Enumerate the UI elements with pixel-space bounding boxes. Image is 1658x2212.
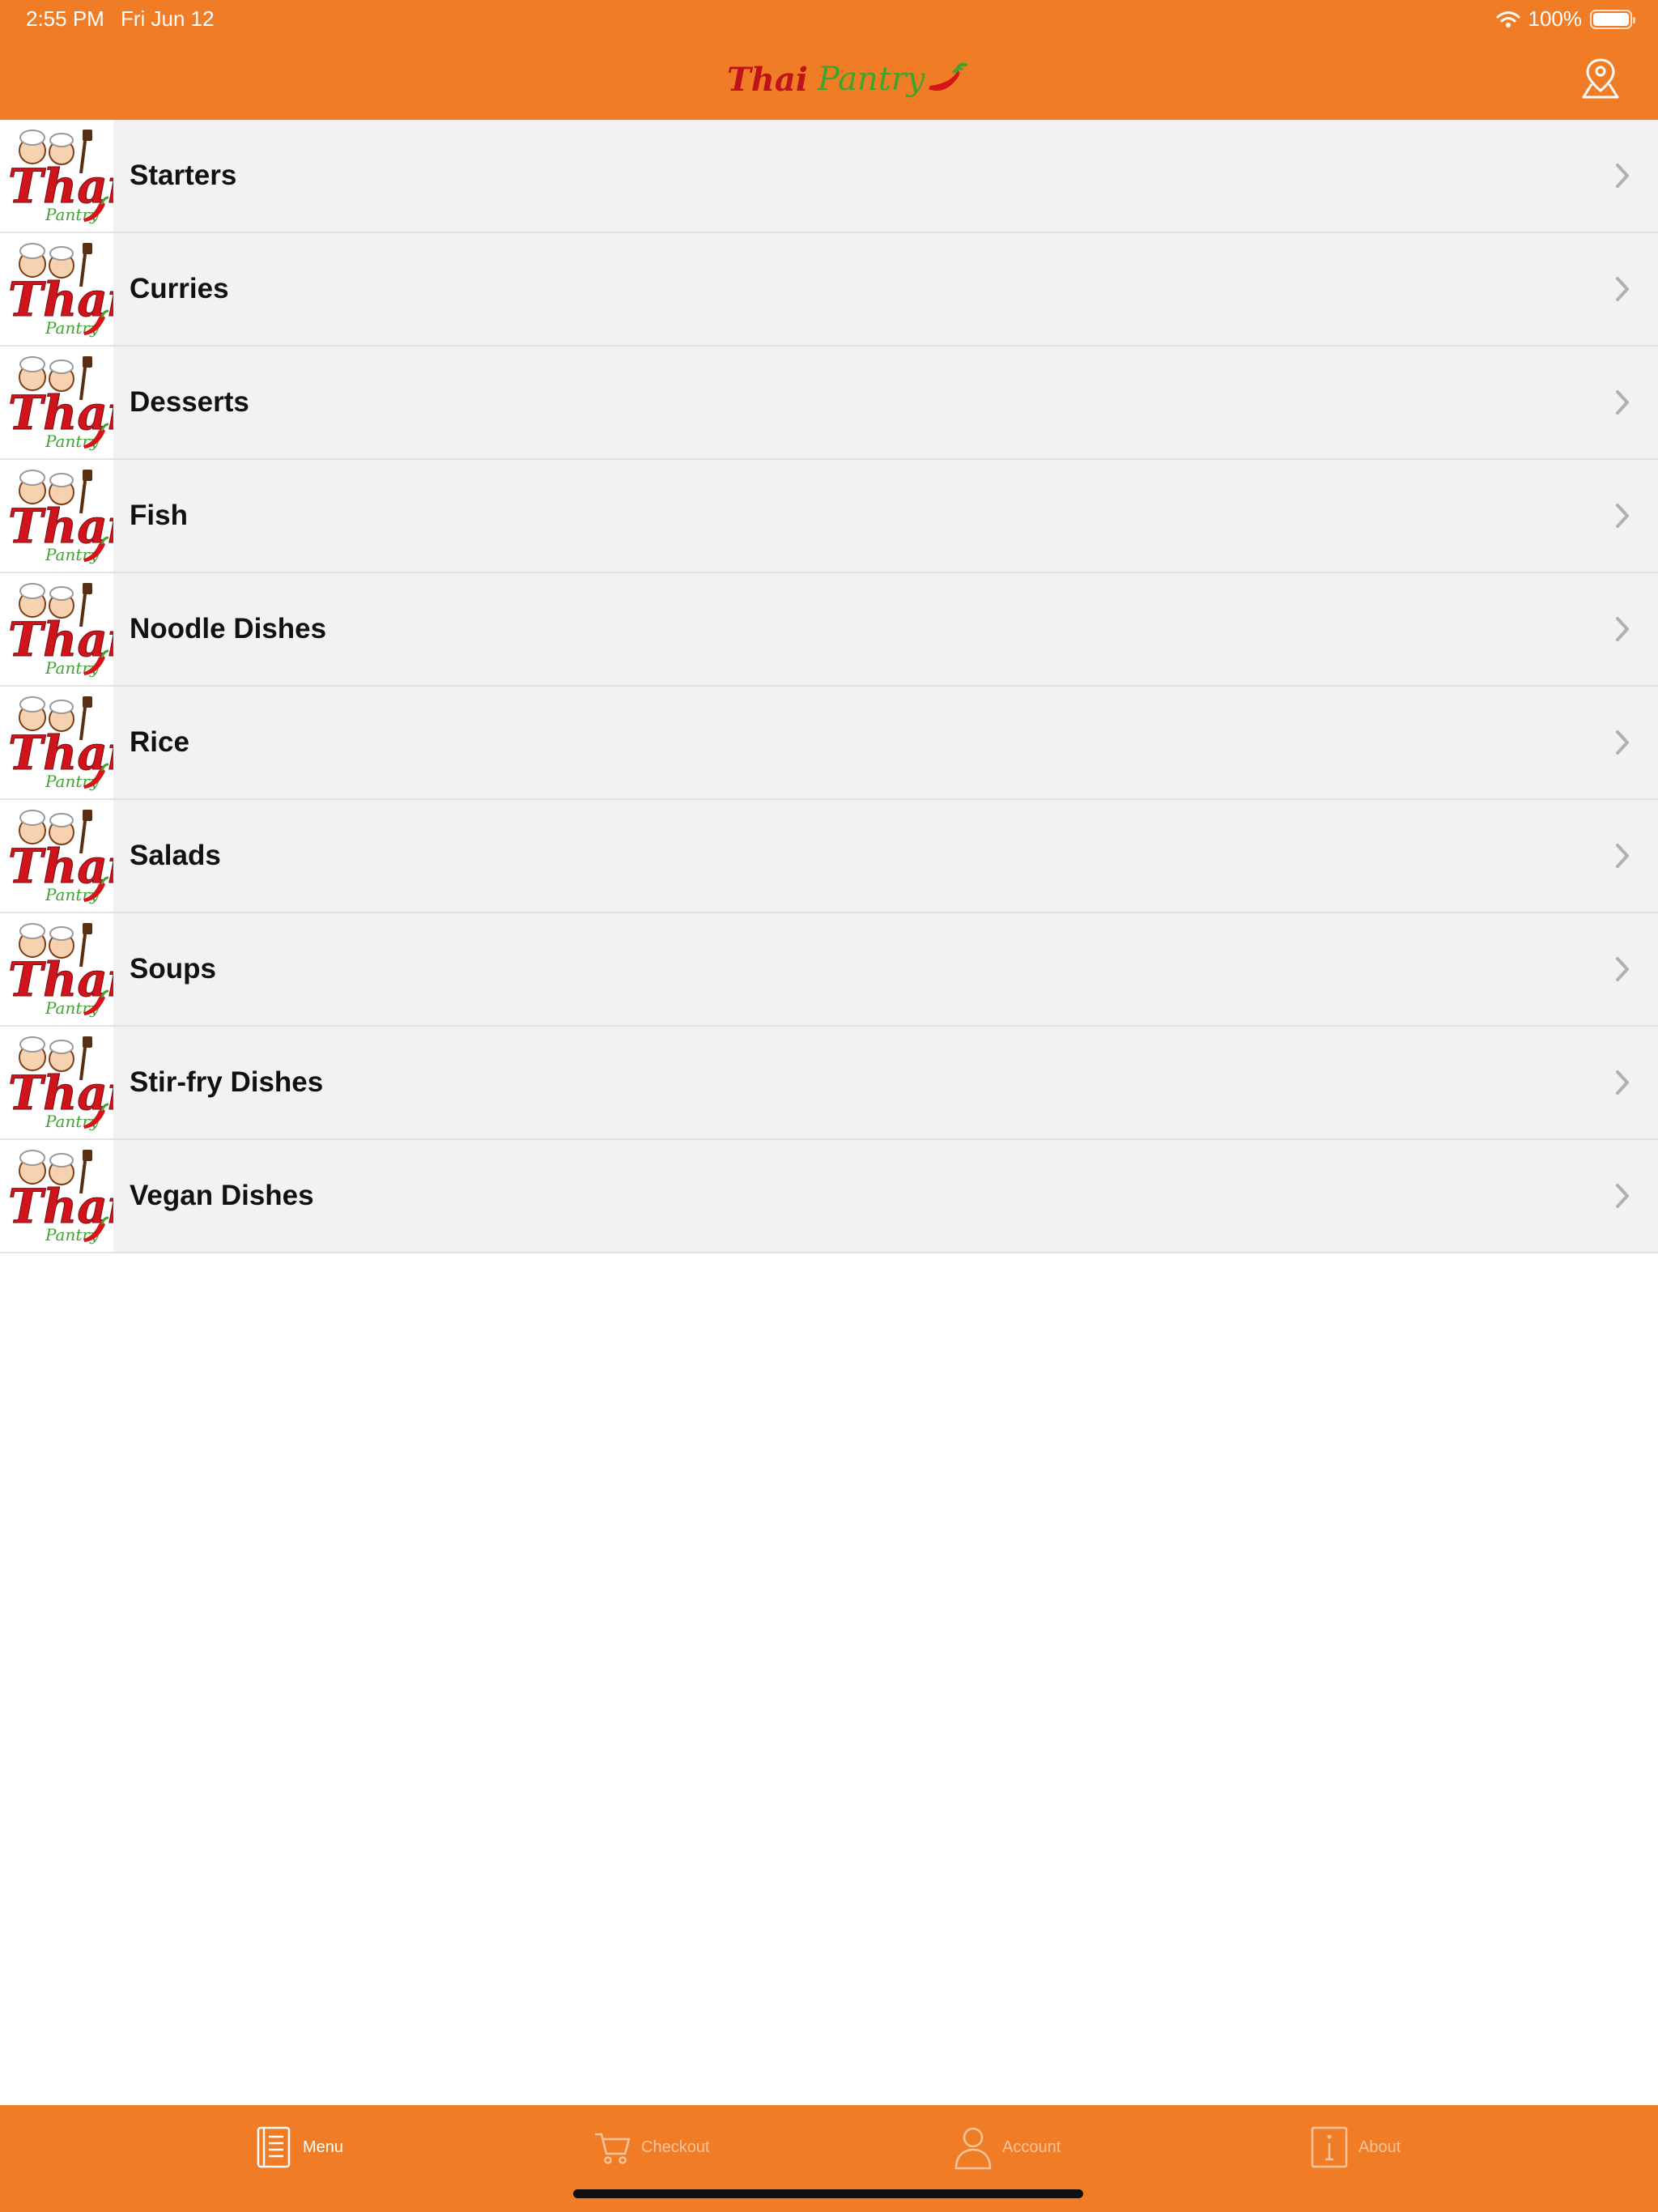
info-icon: [1311, 2126, 1348, 2168]
category-row[interactable]: ThaiPantry Curries: [0, 233, 1658, 347]
location-button[interactable]: [1580, 57, 1621, 100]
category-thumbnail-logo: ThaiPantry: [0, 573, 113, 685]
tab-about[interactable]: About: [1310, 2123, 1401, 2172]
svg-text:Pantry: Pantry: [45, 1112, 100, 1131]
svg-text:Pantry: Pantry: [45, 885, 100, 904]
tab-menu[interactable]: Menu: [254, 2123, 343, 2172]
category-label: Curries: [130, 273, 229, 304]
category-label: Rice: [130, 726, 189, 758]
logo-word-thai: Thai: [727, 60, 808, 99]
status-date: Fri Jun 12: [121, 6, 215, 31]
map-pin-icon: [1582, 58, 1619, 99]
home-indicator: [573, 2189, 1083, 2198]
chevron-right-icon: [1616, 390, 1629, 415]
tab-account[interactable]: Account: [954, 2123, 1061, 2172]
category-thumbnail-logo: ThaiPantry: [0, 800, 113, 912]
category-label: Fish: [130, 500, 188, 531]
category-thumbnail-logo: ThaiPantry: [0, 913, 113, 1025]
category-row[interactable]: ThaiPantry Noodle Dishes: [0, 573, 1658, 687]
category-label: Noodle Dishes: [130, 613, 327, 644]
battery-percent: 100%: [1528, 6, 1583, 31]
category-label: Desserts: [130, 386, 249, 418]
wifi-icon: [1496, 11, 1520, 28]
chevron-right-icon: [1616, 730, 1629, 755]
svg-text:Pantry: Pantry: [45, 658, 100, 678]
category-thumbnail-logo: ThaiPantry: [0, 1140, 113, 1252]
tab-about-label: About: [1358, 2138, 1401, 2156]
category-row[interactable]: ThaiPantry Soups: [0, 913, 1658, 1027]
svg-text:Pantry: Pantry: [45, 1225, 100, 1244]
chevron-right-icon: [1616, 844, 1629, 868]
category-row[interactable]: ThaiPantry Vegan Dishes: [0, 1140, 1658, 1253]
category-label: Vegan Dishes: [130, 1180, 314, 1211]
svg-text:Pantry: Pantry: [45, 432, 100, 451]
chevron-right-icon: [1616, 957, 1629, 981]
svg-text:Pantry: Pantry: [45, 998, 100, 1018]
category-row[interactable]: ThaiPantry Starters: [0, 120, 1658, 233]
category-label: Soups: [130, 953, 216, 985]
category-thumbnail-logo: ThaiPantry: [0, 460, 113, 572]
category-row[interactable]: ThaiPantry Stir-fry Dishes: [0, 1027, 1658, 1140]
svg-text:Pantry: Pantry: [45, 772, 100, 791]
cart-icon: [595, 2133, 631, 2164]
category-label: Salads: [130, 840, 221, 871]
category-row[interactable]: ThaiPantry Fish: [0, 460, 1658, 573]
logo-word-pantry: Pantry: [817, 61, 925, 98]
chili-icon: [928, 62, 967, 91]
status-right: 100%: [1496, 6, 1635, 32]
category-thumbnail-logo: ThaiPantry: [0, 120, 113, 232]
chevron-right-icon: [1616, 617, 1629, 641]
battery-icon: [1590, 9, 1635, 29]
category-label: Stir-fry Dishes: [130, 1066, 324, 1098]
status-time: 2:55 PM: [26, 6, 104, 31]
chevron-right-icon: [1616, 1070, 1629, 1095]
tab-account-label: Account: [1002, 2138, 1061, 2156]
menu-category-list: ThaiPantryStartersThaiPantryCurriesThaiP…: [0, 120, 1658, 1253]
top-bar: 2:55 PM Fri Jun 12 100% Thai Pantry: [0, 0, 1658, 120]
category-row[interactable]: ThaiPantry Desserts: [0, 347, 1658, 460]
svg-text:Pantry: Pantry: [45, 205, 100, 224]
tab-checkout[interactable]: Checkout: [593, 2123, 710, 2172]
category-label: Starters: [130, 160, 237, 191]
category-thumbnail-logo: ThaiPantry: [0, 347, 113, 458]
category-row[interactable]: ThaiPantry Salads: [0, 800, 1658, 913]
tab-checkout-label: Checkout: [641, 2138, 710, 2156]
category-row[interactable]: ThaiPantry Rice: [0, 687, 1658, 800]
tab-menu-label: Menu: [303, 2138, 344, 2156]
chevron-right-icon: [1616, 1184, 1629, 1208]
status-bar: 2:55 PM Fri Jun 12 100%: [0, 0, 1658, 37]
svg-text:Pantry: Pantry: [45, 318, 100, 338]
svg-text:Pantry: Pantry: [45, 545, 100, 564]
chevron-right-icon: [1616, 277, 1629, 301]
category-thumbnail-logo: ThaiPantry: [0, 687, 113, 798]
menu-book-icon: [257, 2126, 291, 2168]
category-thumbnail-logo: ThaiPantry: [0, 1027, 113, 1138]
category-thumbnail-logo: ThaiPantry: [0, 233, 113, 345]
chevron-right-icon: [1616, 504, 1629, 528]
app-logo: Thai Pantry: [727, 57, 967, 102]
user-icon: [954, 2127, 992, 2170]
chevron-right-icon: [1616, 164, 1629, 188]
